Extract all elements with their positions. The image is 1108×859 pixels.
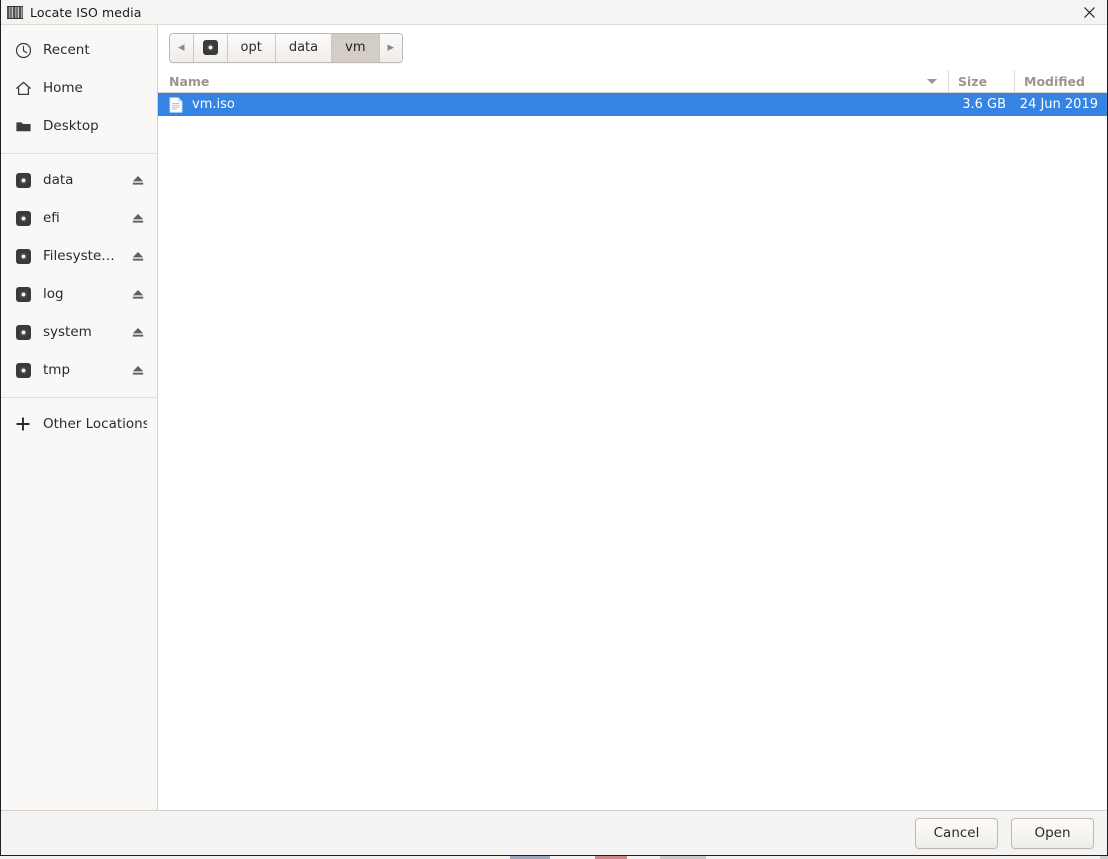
sidebar-item-label: efi	[43, 210, 60, 226]
breadcrumb: ◂ opt data vm ▸	[169, 32, 404, 63]
drive-icon	[14, 323, 32, 341]
sidebar-item-label: tmp	[43, 362, 71, 378]
file-list[interactable]: vm.iso 3.6 GB 24 Jun 2019	[158, 93, 1107, 810]
breadcrumb-item-vm[interactable]: vm	[332, 33, 380, 62]
file-browser-pane: ◂ opt data vm ▸ Name Size Modified vm.is…	[158, 25, 1107, 810]
column-header-name[interactable]: Name	[158, 69, 949, 93]
sidebar-item-label: Filesyste…	[43, 248, 115, 264]
places-sidebar: Recent Home Desktop data efi Filesyste… …	[1, 25, 158, 810]
column-headers: Name Size Modified	[158, 69, 1107, 93]
file-modified-cell: 24 Jun 2019	[1019, 97, 1098, 112]
file-size-cell: 3.6 GB	[962, 97, 1006, 112]
dialog-footer: Cancel Open	[1, 810, 1107, 855]
path-next-button[interactable]: ▸	[379, 33, 403, 62]
path-prev-button[interactable]: ◂	[170, 33, 194, 62]
path-bar-row: ◂ opt data vm ▸	[158, 25, 1107, 70]
drive-icon	[14, 361, 32, 379]
home-icon	[14, 79, 32, 97]
drive-icon	[14, 209, 32, 227]
table-row[interactable]: vm.iso 3.6 GB 24 Jun 2019	[158, 93, 1107, 116]
sidebar-item-other-locations[interactable]: Other Locations	[1, 405, 157, 443]
sidebar-item-label: log	[43, 286, 64, 302]
close-icon[interactable]	[1071, 0, 1107, 25]
sidebar-divider	[1, 153, 157, 154]
file-name-label: vm.iso	[192, 97, 235, 112]
sort-descending-icon	[927, 78, 937, 84]
eject-icon[interactable]	[129, 323, 147, 341]
sidebar-item-system[interactable]: system	[1, 313, 157, 351]
title-bar: Locate ISO media	[1, 0, 1107, 25]
open-button[interactable]: Open	[1011, 817, 1094, 849]
breadcrumb-item-opt[interactable]: opt	[227, 33, 276, 62]
sidebar-item-home[interactable]: Home	[1, 69, 157, 107]
eject-icon[interactable]	[129, 247, 147, 265]
drive-icon	[14, 247, 32, 265]
document-icon	[169, 96, 183, 113]
sidebar-item-label: system	[43, 324, 92, 340]
column-header-modified[interactable]: Modified	[1015, 70, 1107, 93]
file-name-cell: vm.iso	[158, 96, 949, 113]
sidebar-item-log[interactable]: log	[1, 275, 157, 313]
sidebar-item-desktop[interactable]: Desktop	[1, 107, 157, 145]
file-chooser-dialog: Locate ISO media Recent Home Desktop dat…	[0, 0, 1108, 856]
sidebar-item-efi[interactable]: efi	[1, 199, 157, 237]
sidebar-item-filesystem[interactable]: Filesyste…	[1, 237, 157, 275]
sidebar-item-label: Recent	[43, 42, 90, 58]
eject-icon[interactable]	[129, 361, 147, 379]
clock-icon	[14, 41, 32, 59]
path-root-drive-icon[interactable]	[193, 33, 228, 62]
drive-icon	[14, 285, 32, 303]
sidebar-item-label: data	[43, 172, 74, 188]
sidebar-divider	[1, 397, 157, 398]
eject-icon[interactable]	[129, 171, 147, 189]
folder-icon	[14, 117, 32, 135]
plus-icon	[14, 415, 32, 433]
dialog-body: Recent Home Desktop data efi Filesyste… …	[1, 25, 1107, 810]
sidebar-item-label: Other Locations	[43, 416, 147, 432]
sidebar-item-tmp[interactable]: tmp	[1, 351, 157, 389]
sidebar-item-data[interactable]: data	[1, 161, 157, 199]
app-icon	[7, 5, 23, 19]
sidebar-item-label: Home	[43, 80, 83, 96]
cancel-button[interactable]: Cancel	[915, 817, 998, 849]
sidebar-item-recent[interactable]: Recent	[1, 31, 157, 69]
window-title: Locate ISO media	[30, 4, 142, 20]
sidebar-item-label: Desktop	[43, 118, 99, 134]
eject-icon[interactable]	[129, 285, 147, 303]
column-header-size[interactable]: Size	[949, 69, 1015, 93]
breadcrumb-item-data[interactable]: data	[275, 33, 333, 62]
column-header-name-label: Name	[169, 73, 210, 89]
eject-icon[interactable]	[129, 209, 147, 227]
drive-icon	[14, 171, 32, 189]
